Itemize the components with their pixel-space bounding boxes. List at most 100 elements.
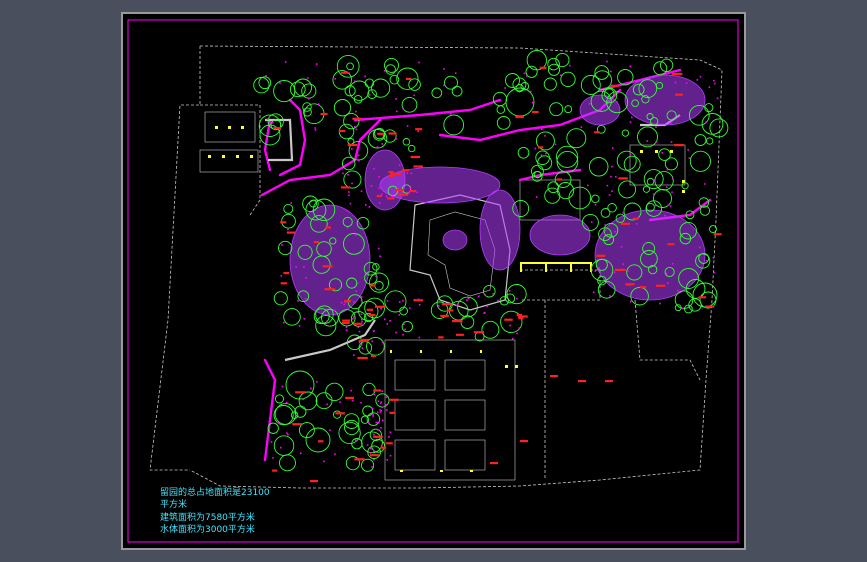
plant-label-mark (388, 174, 395, 178)
plant-label-mark (413, 165, 423, 168)
plant-label-mark (341, 321, 350, 325)
plant-label-mark (371, 355, 377, 358)
planting-dot (352, 318, 354, 320)
planting-dot (616, 101, 618, 103)
planting-dot (281, 385, 284, 388)
planting-dot (389, 454, 392, 457)
planting-dot (699, 75, 702, 78)
planting-dot (646, 140, 648, 142)
planting-dot (391, 195, 394, 198)
planting-dot (369, 452, 372, 454)
plant-label-mark (456, 333, 464, 336)
cad-viewport[interactable] (0, 0, 867, 562)
planting-dot (644, 242, 646, 245)
plant-label-mark (283, 272, 290, 275)
plant-label-mark (556, 178, 563, 181)
plant-label-mark (368, 314, 376, 317)
planting-dot (361, 318, 363, 321)
plant-label-mark (405, 77, 412, 80)
planting-dot (383, 70, 386, 72)
planting-dot (280, 446, 282, 449)
planting-dot (333, 309, 336, 312)
plant-label-mark (671, 72, 683, 76)
planting-dot (630, 300, 632, 303)
planting-dot (554, 143, 557, 146)
planting-dot (497, 299, 499, 302)
plant-label-mark (705, 305, 715, 308)
plant-label-mark (313, 241, 319, 244)
planting-dot (590, 221, 593, 223)
planting-dot (381, 193, 383, 195)
planting-dot (270, 441, 273, 443)
planting-dot (360, 313, 363, 316)
planting-dot (371, 407, 374, 410)
plant-label-mark (280, 282, 288, 285)
plant-label-mark (655, 284, 666, 287)
planting-dot (355, 290, 358, 293)
plant-label-mark (325, 226, 331, 229)
planting-dot (360, 343, 363, 346)
planting-dot (418, 303, 421, 306)
planting-dot (373, 167, 375, 170)
planting-dot (378, 175, 380, 178)
planting-dot (358, 341, 361, 344)
room-label-mark (578, 380, 586, 383)
planting-dot (358, 330, 361, 333)
note-unit: 平方米 (160, 500, 188, 511)
planting-dot (305, 277, 307, 279)
planting-dot (355, 128, 358, 131)
planting-dot (367, 421, 370, 424)
planting-dot (406, 172, 409, 174)
planting-dot (671, 191, 673, 194)
planting-dot (492, 293, 495, 295)
planting-dot (622, 212, 624, 214)
planting-dot (368, 206, 371, 208)
planting-dot (354, 126, 356, 128)
plant-label-mark (596, 254, 606, 257)
planting-dot (355, 153, 358, 155)
planting-dot (361, 347, 364, 349)
planting-dot (345, 209, 348, 212)
planting-dot (386, 300, 389, 302)
planting-dot (677, 289, 679, 292)
planting-dot (416, 191, 418, 194)
planting-dot (334, 78, 336, 80)
plant-label-mark (639, 286, 647, 289)
plant-label-mark (667, 243, 675, 246)
planting-dot (314, 129, 317, 131)
room-label-mark (310, 480, 318, 483)
planting-dot (685, 82, 688, 84)
planting-dot (594, 203, 597, 206)
planting-dot (376, 411, 379, 414)
planting-dot (346, 227, 349, 229)
planting-dot (671, 263, 674, 265)
planting-dot (478, 295, 480, 297)
planting-dot (334, 453, 336, 455)
planting-dot (279, 82, 281, 84)
planting-dot (631, 116, 633, 119)
planting-dot (371, 340, 373, 343)
note-building-area: 建筑面积为7580平方米 (160, 512, 255, 523)
planting-dot (703, 183, 706, 185)
plant-label-mark (374, 305, 386, 308)
planting-dot (353, 316, 355, 318)
planting-dot (713, 79, 715, 82)
plant-label-mark (413, 299, 424, 302)
planting-dot (316, 381, 318, 383)
plant-label-mark (504, 318, 513, 321)
plant-label-mark (380, 446, 387, 449)
planting-dot (408, 192, 410, 194)
planting-dot (659, 302, 661, 305)
planting-dot (284, 61, 287, 63)
planting-dot (604, 229, 607, 232)
planting-dot (667, 204, 670, 206)
planting-dot (627, 270, 629, 272)
planting-dot (386, 323, 389, 325)
planting-dot (318, 103, 320, 105)
planting-dot (339, 401, 341, 403)
planting-dot (372, 415, 374, 417)
plant-label-mark (388, 398, 399, 401)
planting-dot (653, 179, 655, 181)
plant-label-mark (317, 440, 324, 443)
planting-dot (708, 86, 711, 88)
